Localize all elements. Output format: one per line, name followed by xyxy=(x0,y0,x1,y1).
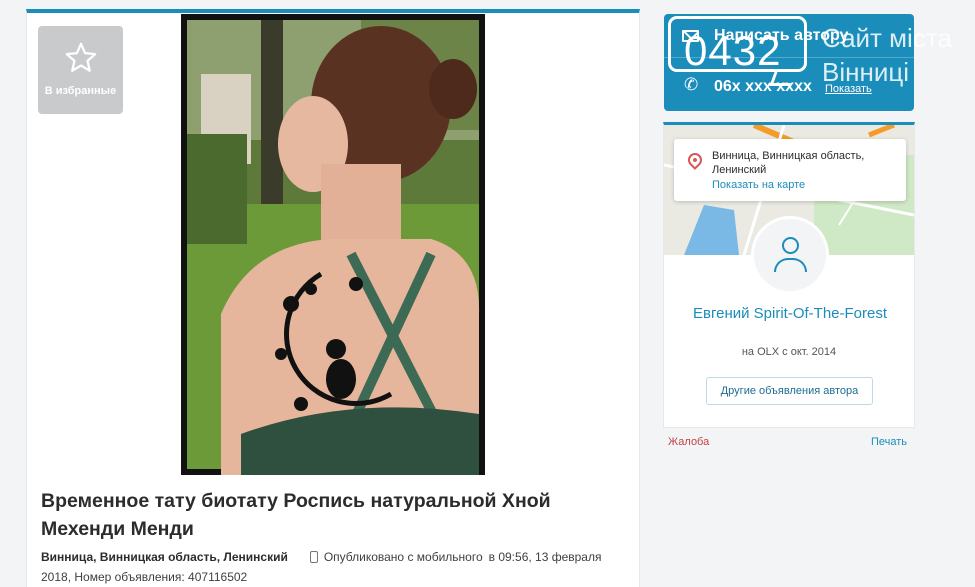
favorites-label: В избранные xyxy=(44,85,117,97)
ad-card: В избранные Временное тату биотату Роспи… xyxy=(26,9,640,587)
mobile-icon xyxy=(309,551,318,563)
show-on-map-link[interactable]: Показать на карте xyxy=(712,179,805,191)
location-popup: Винница, Винницкая область, Ленинский По… xyxy=(674,139,906,201)
seller-card: Винница, Винницкая область, Ленинский По… xyxy=(663,122,915,428)
add-to-favorites-button[interactable]: В избранные xyxy=(38,26,123,114)
phone-icon: ✆ xyxy=(684,75,699,94)
seller-name[interactable]: Евгений Spirit-Of-The-Forest xyxy=(684,305,896,322)
map-pin-icon xyxy=(685,150,705,170)
message-author-button[interactable]: Написать автору xyxy=(664,14,914,58)
complaint-link[interactable]: Жалоба xyxy=(668,436,709,448)
print-link[interactable]: Печать xyxy=(871,436,907,448)
show-phone-link[interactable]: Показать xyxy=(825,83,872,95)
seller-address: Винница, Винницкая область, Ленинский xyxy=(712,150,865,176)
other-ads-button[interactable]: Другие объявления автора xyxy=(706,377,873,405)
ad-location[interactable]: Винница, Винницкая область, Ленинский xyxy=(41,550,288,564)
message-author-label: Написать автору xyxy=(714,27,849,44)
published-mobile-label: Опубликовано с мобильного xyxy=(323,550,483,564)
envelope-icon xyxy=(682,30,699,42)
seller-avatar xyxy=(751,216,829,294)
phone-number: 06х ххх хххх xyxy=(714,78,812,95)
ad-photo[interactable] xyxy=(181,14,485,475)
star-icon xyxy=(65,42,96,72)
ad-title: Временное тату биотату Роспись натуральн… xyxy=(41,490,551,540)
user-icon xyxy=(782,237,799,254)
contact-box: Написать автору ✆ 06х ххх хххх Показать xyxy=(664,14,914,111)
seller-since: на OLX с окт. 2014 xyxy=(741,346,837,358)
user-icon-body xyxy=(774,258,807,272)
phone-row: ✆ 06х ххх хххх Показать xyxy=(664,70,914,104)
tattoo-photo-image xyxy=(181,14,485,475)
ad-meta: Винница, Винницкая область, Ленинский Опу… xyxy=(41,547,631,587)
